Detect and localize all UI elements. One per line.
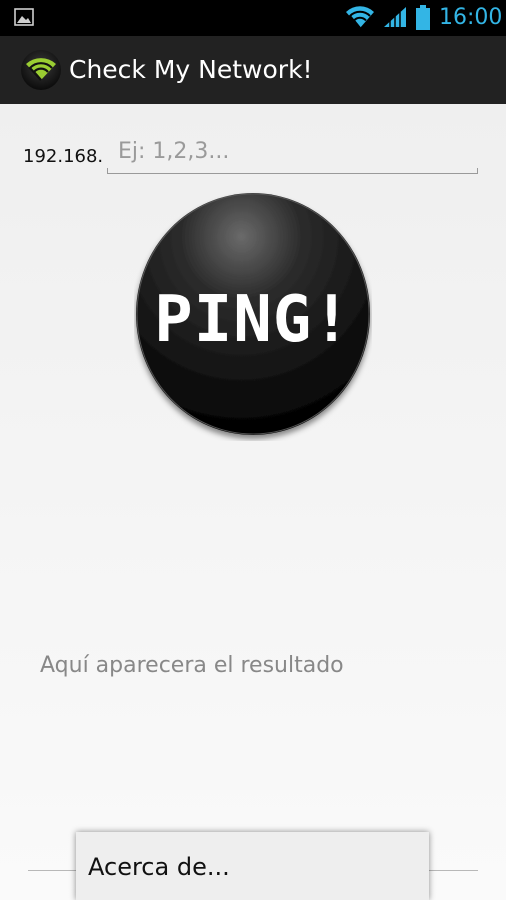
- status-clock: 16:00: [439, 5, 503, 30]
- app-title: Check My Network!: [69, 55, 313, 84]
- menu-item-about[interactable]: Acerca de...: [88, 852, 230, 882]
- ip-prefix-label: 192.168.: [23, 146, 104, 167]
- overflow-menu: Acerca de...: [76, 832, 429, 900]
- action-bar: Check My Network!: [0, 36, 506, 104]
- status-bar: 16:00: [0, 0, 506, 36]
- wifi-app-icon[interactable]: [20, 49, 62, 91]
- ip-suffix-input[interactable]: [107, 134, 478, 174]
- cell-signal-icon: [384, 7, 406, 27]
- ping-button-label: PING!: [154, 283, 352, 357]
- main-content: 192.168. PING! Aquí aparecera el resulta…: [0, 104, 506, 900]
- wifi-icon: [346, 6, 374, 29]
- battery-icon: [416, 5, 430, 30]
- image-notification-icon: [14, 8, 34, 26]
- result-text: Aquí aparecera el resultado: [40, 653, 344, 678]
- ping-button[interactable]: PING!: [134, 191, 372, 441]
